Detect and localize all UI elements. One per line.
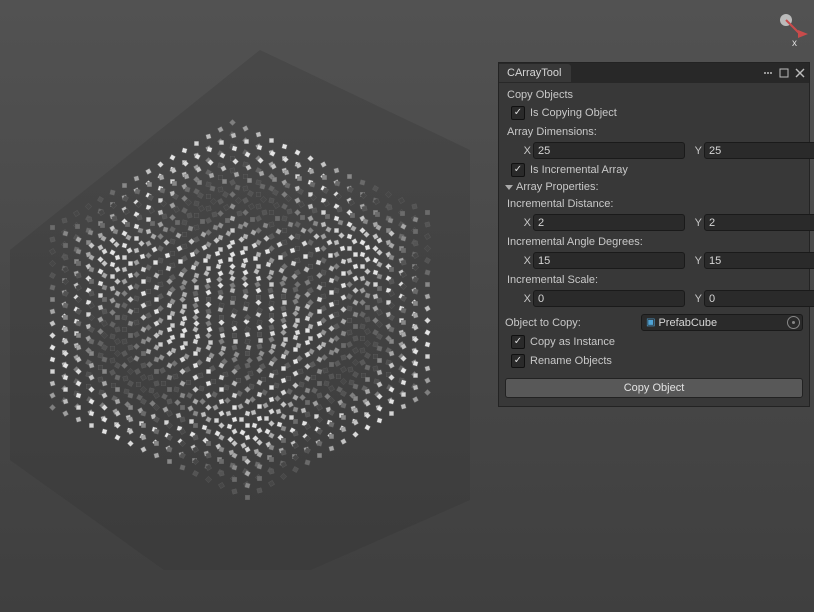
input-object-to-copy[interactable]: ▣ PrefabCube xyxy=(641,314,803,331)
prefab-cube-icon: ▣ xyxy=(646,317,655,328)
context-menu-icon[interactable] xyxy=(763,68,773,78)
label-x[interactable]: X xyxy=(519,217,531,229)
orientation-gizmo[interactable]: x xyxy=(764,6,808,50)
input-scale-y[interactable] xyxy=(704,290,814,307)
foldout-array-properties[interactable]: Array Properties: xyxy=(505,181,803,193)
input-distance-x[interactable] xyxy=(533,214,685,231)
label-array-dimensions: Array Dimensions: xyxy=(505,124,803,139)
input-angle-y[interactable] xyxy=(704,252,814,269)
checkbox-copy-as-instance[interactable] xyxy=(511,335,525,349)
label-array-properties: Array Properties: xyxy=(516,181,599,193)
checkbox-is-copying[interactable] xyxy=(511,106,525,120)
label-incremental-angle: Incremental Angle Degrees: xyxy=(505,234,803,249)
label-incremental-scale: Incremental Scale: xyxy=(505,272,803,287)
input-distance-y[interactable] xyxy=(704,214,814,231)
label-y[interactable]: Y xyxy=(690,145,702,157)
object-picker-icon[interactable] xyxy=(787,316,800,329)
label-is-copying: Is Copying Object xyxy=(530,107,617,119)
cube-array-visualization xyxy=(0,10,500,570)
object-to-copy-value: PrefabCube xyxy=(658,317,784,329)
scene-viewport[interactable]: x CArrayTool Copy Objects Is Copying Obj… xyxy=(0,0,814,612)
label-y[interactable]: Y xyxy=(690,255,702,267)
popout-icon[interactable] xyxy=(779,68,789,78)
label-x[interactable]: X xyxy=(519,145,531,157)
checkbox-is-incremental[interactable] xyxy=(511,163,525,177)
label-x[interactable]: X xyxy=(519,255,531,267)
label-y[interactable]: Y xyxy=(690,217,702,229)
input-scale-x[interactable] xyxy=(533,290,685,307)
panel-tabbar: CArrayTool xyxy=(499,63,809,83)
label-is-incremental: Is Incremental Array xyxy=(530,164,628,176)
label-copy-as-instance: Copy as Instance xyxy=(530,336,615,348)
close-icon[interactable] xyxy=(795,68,805,78)
label-object-to-copy: Object to Copy: xyxy=(505,317,635,329)
label-rename-objects: Rename Objects xyxy=(530,355,612,367)
gizmo-x-label: x xyxy=(792,38,797,49)
input-dimensions-y[interactable] xyxy=(704,142,814,159)
input-dimensions-x[interactable] xyxy=(533,142,685,159)
checkbox-rename-objects[interactable] xyxy=(511,354,525,368)
label-incremental-distance: Incremental Distance: xyxy=(505,196,803,211)
chevron-down-icon xyxy=(505,185,513,190)
header-copy-objects: Copy Objects xyxy=(505,87,803,102)
tab-carraytool[interactable]: CArrayTool xyxy=(499,64,571,82)
carraytool-panel: CArrayTool Copy Objects Is Copying Objec… xyxy=(498,62,810,407)
label-x[interactable]: X xyxy=(519,293,531,305)
input-angle-x[interactable] xyxy=(533,252,685,269)
copy-object-button[interactable]: Copy Object xyxy=(505,378,803,398)
label-y[interactable]: Y xyxy=(690,293,702,305)
